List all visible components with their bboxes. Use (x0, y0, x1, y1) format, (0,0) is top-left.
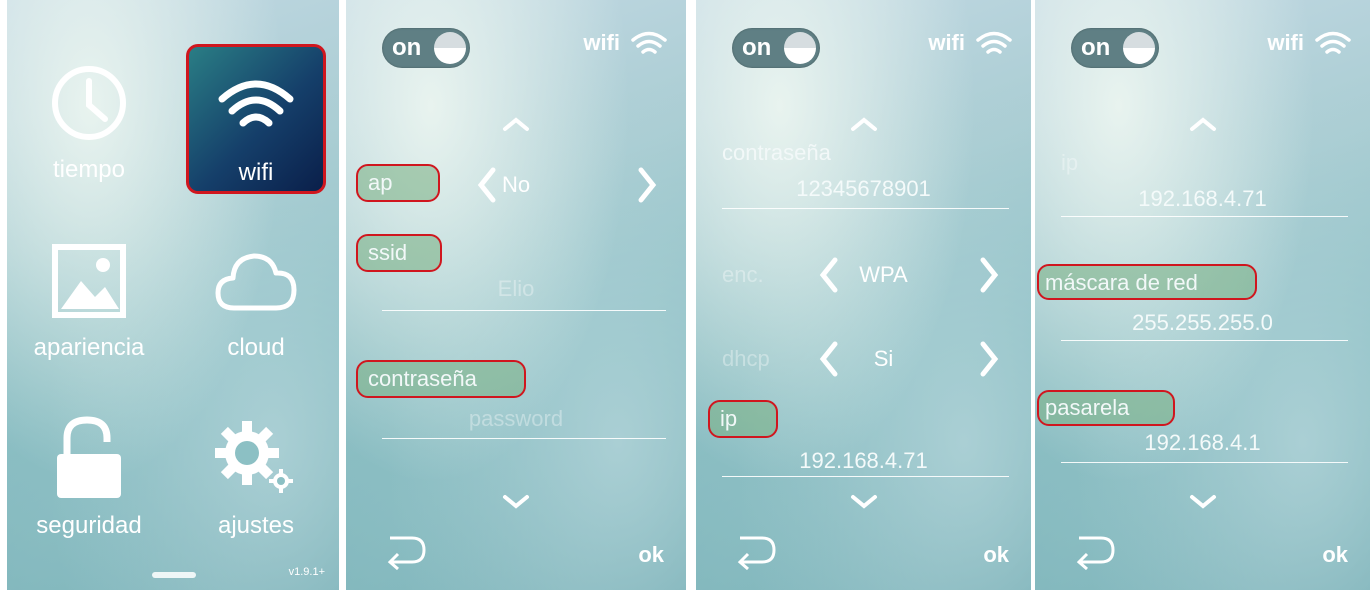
toggle-label: on (742, 34, 772, 61)
wifi-status-label: wifi (928, 30, 965, 55)
tile-label: ajustes (217, 512, 295, 539)
netmask-underline (1061, 340, 1348, 341)
tile-tiempo[interactable]: tiempo (19, 44, 159, 194)
wifi-icon (1315, 31, 1351, 54)
highlight-ip (708, 400, 778, 438)
ip-label: ip (720, 406, 738, 431)
gateway-underline (1061, 462, 1348, 463)
password-label: contraseña (368, 366, 477, 391)
password-underline (722, 208, 1009, 209)
password-label: contraseña (722, 140, 831, 165)
tile-wifi[interactable]: wifi (186, 44, 326, 194)
ip-underline (722, 476, 1009, 477)
tile-seguridad[interactable]: seguridad (19, 400, 159, 550)
password-field[interactable]: 12345678901 (696, 176, 1031, 202)
ok-button[interactable]: ok (983, 542, 1009, 568)
image-icon (19, 236, 159, 326)
toggle-knob (784, 32, 816, 64)
chevron-right-icon[interactable] (636, 166, 658, 204)
ssid-underline (382, 310, 666, 311)
toggle-label: on (1081, 34, 1111, 61)
wifi-settings-screen-2: on wifi contraseña 12345678901 enc. WPA … (696, 0, 1031, 590)
ok-button[interactable]: ok (1322, 542, 1348, 568)
tile-label: apariencia (33, 334, 145, 361)
enc-selector: WPA (696, 256, 1031, 296)
wifi-status: wifi (583, 30, 668, 56)
chevron-down-icon[interactable] (849, 494, 879, 510)
toggle-knob (434, 32, 466, 64)
wifi-toggle[interactable]: on (1071, 28, 1159, 68)
wifi-toggle[interactable]: on (382, 28, 470, 68)
wifi-status-label: wifi (1267, 30, 1304, 55)
ap-selector: No (346, 166, 686, 206)
netmask-label: máscara de red (1045, 270, 1198, 295)
ap-value: No (501, 172, 531, 197)
toggle-knob (1123, 32, 1155, 64)
version-label: v1.9.1+ (288, 566, 325, 578)
ip-field[interactable]: 192.168.4.71 (696, 448, 1031, 474)
wifi-status: wifi (1267, 30, 1352, 56)
chevron-down-icon[interactable] (1188, 494, 1218, 510)
back-icon[interactable] (1071, 532, 1117, 570)
toggle-label: on (392, 34, 422, 61)
ip-field[interactable]: 192.168.4.71 (1035, 186, 1370, 212)
wifi-settings-screen-1: on wifi ap No ssid Elio contraseña passw… (346, 0, 686, 590)
home-indicator[interactable] (152, 572, 196, 578)
chevron-up-icon[interactable] (1188, 116, 1218, 132)
ip-label: ip (1061, 150, 1079, 175)
chevron-right-icon[interactable] (978, 340, 1000, 378)
chevron-right-icon[interactable] (978, 256, 1000, 294)
chevron-down-icon[interactable] (501, 494, 531, 510)
gateway-label: pasarela (1045, 395, 1130, 420)
back-icon[interactable] (732, 532, 778, 570)
tile-label: wifi (238, 159, 274, 186)
netmask-field[interactable]: 255.255.255.0 (1035, 310, 1370, 336)
wifi-status-label: wifi (583, 30, 620, 55)
ip-underline (1061, 216, 1348, 217)
tile-apariencia[interactable]: apariencia (19, 222, 159, 372)
tile-ajustes[interactable]: ajustes (186, 400, 326, 550)
back-icon[interactable] (382, 532, 428, 570)
tile-label: seguridad (36, 512, 142, 539)
password-field[interactable]: password (346, 406, 686, 432)
dhcp-selector: Si (696, 340, 1031, 380)
ok-button[interactable]: ok (638, 542, 664, 568)
wifi-icon (189, 61, 323, 151)
tile-label: cloud (227, 334, 285, 361)
gear-icon (186, 414, 326, 504)
tile-cloud[interactable]: cloud (186, 222, 326, 372)
wifi-status: wifi (928, 30, 1013, 56)
clock-icon (19, 58, 159, 148)
cloud-icon (186, 236, 326, 326)
ssid-label: ssid (368, 240, 408, 265)
wifi-settings-screen-3: on wifi ip 192.168.4.71 máscara de red 2… (1035, 0, 1370, 590)
unlock-icon (19, 414, 159, 504)
gateway-field[interactable]: 192.168.4.1 (1035, 430, 1370, 456)
password-underline (382, 438, 666, 439)
chevron-up-icon[interactable] (849, 116, 879, 132)
tile-label: tiempo (52, 156, 126, 183)
chevron-up-icon[interactable] (501, 116, 531, 132)
main-menu-screen: tiempo wifi apariencia cloud seguridad a… (7, 0, 339, 590)
wifi-icon (631, 31, 667, 54)
ssid-field[interactable]: Elio (346, 276, 686, 302)
wifi-icon (976, 31, 1012, 54)
wifi-toggle[interactable]: on (732, 28, 820, 68)
